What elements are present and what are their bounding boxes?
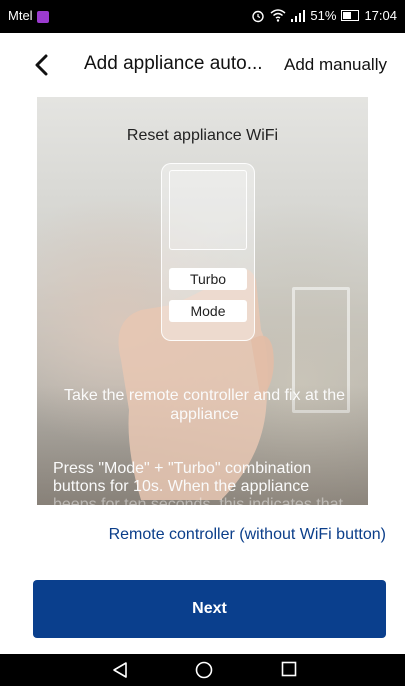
add-manually-button[interactable]: Add manually <box>284 55 387 75</box>
alarm-icon <box>252 10 265 22</box>
app-notification-icon <box>36 10 49 23</box>
signal-icon <box>291 9 306 22</box>
page-title: Add appliance auto... <box>84 53 263 74</box>
step-one-text: Take the remote controller and fix at th… <box>63 387 346 423</box>
triangle-back-icon[interactable] <box>112 661 128 679</box>
app-header: Add appliance auto... Add manually <box>0 33 405 97</box>
clock: 17:04 <box>364 8 397 23</box>
next-button[interactable]: Next <box>33 580 386 638</box>
remote-turbo-button: Turbo <box>169 268 247 290</box>
remote-controller-illustration: Turbo Mode <box>161 163 255 341</box>
square-recent-icon[interactable] <box>281 661 297 677</box>
circle-home-icon[interactable] <box>195 661 213 679</box>
panel-heading: Reset appliance WiFi <box>126 127 279 144</box>
instruction-panel: Reset appliance WiFi Turbo Mode Take the… <box>37 97 368 505</box>
carrier-label: Mtel <box>8 8 33 23</box>
remote-without-wifi-link[interactable]: Remote controller (without WiFi button) <box>0 526 405 544</box>
step-two-line-cut: beeps for ten seconds, this indicates th… <box>53 496 343 505</box>
step-two-line: buttons for 10s. When the appliance <box>53 478 310 495</box>
chevron-left-icon[interactable] <box>34 54 48 76</box>
status-icons: 51% 17:04 <box>251 8 397 23</box>
step-two-text: Press "Mode" + "Turbo" combination butto… <box>53 460 358 505</box>
remote-screen <box>169 170 247 250</box>
battery-fill <box>343 12 351 19</box>
battery-icon <box>341 10 360 21</box>
status-bar: Mtel 51% 17:04 <box>0 0 405 33</box>
battery-percent: 51% <box>310 8 337 23</box>
remote-mode-button: Mode <box>169 300 247 322</box>
step-two-line: Press "Mode" + "Turbo" combination <box>53 460 312 477</box>
wifi-icon <box>270 9 286 22</box>
carrier-name: Mtel <box>8 8 49 23</box>
system-nav-bar <box>0 654 405 686</box>
